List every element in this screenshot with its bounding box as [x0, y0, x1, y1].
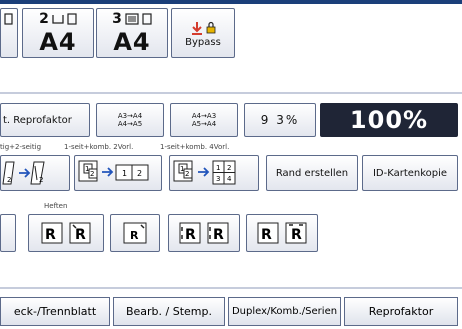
id-kartenkopie-button[interactable]: ID-Kartenkopie — [362, 155, 458, 191]
svg-text:R: R — [75, 227, 86, 243]
duplex-label-2sided: tig+2-seitig — [0, 143, 42, 151]
zoom-93-button[interactable]: 9 3% — [244, 103, 316, 137]
finishing-off-button[interactable] — [0, 214, 16, 252]
svg-text:4: 4 — [227, 175, 232, 183]
staple-top-right-button[interactable]: R — [110, 214, 160, 252]
staple-top-left-button[interactable]: R R — [28, 214, 104, 252]
tab-label: Duplex/Komb./Serien — [231, 306, 338, 317]
combine-4-icon: 1 2 12 34 — [173, 160, 236, 185]
svg-text:1: 1 — [122, 169, 127, 178]
ratio-a3-a4-button[interactable]: A3→A4 A4→A5 — [96, 103, 164, 137]
tray-icon — [4, 13, 13, 25]
tab-deckblatt[interactable]: eck-/Trennblatt — [0, 297, 110, 326]
staple-pages-icon: R R — [257, 222, 307, 244]
staple-pages-icon: R R — [41, 222, 91, 244]
svg-text:R: R — [130, 229, 139, 242]
ratio-label: A5→A4 — [191, 120, 217, 128]
divider — [0, 92, 462, 94]
staple-page-icon: R — [123, 222, 147, 244]
paper-size: A4 — [39, 28, 77, 56]
svg-text:R: R — [291, 227, 302, 243]
staple-label: Heften — [44, 202, 68, 210]
svg-text:3: 3 — [216, 175, 220, 183]
ratio-label: A4→A5 — [117, 120, 143, 128]
zoom-93-label: 9 3% — [260, 113, 300, 127]
tab-label: eck-/Trennblatt — [13, 305, 97, 318]
svg-text:2: 2 — [137, 169, 142, 178]
svg-text:R: R — [45, 227, 56, 243]
svg-text:R: R — [213, 227, 224, 243]
auto-reprofaktor-label: t. Reprofaktor — [3, 114, 72, 126]
staple-left-2-button[interactable]: R R — [168, 214, 240, 252]
bypass-arrow-icon — [192, 21, 202, 35]
svg-text:1: 1 — [216, 164, 220, 172]
ratio-a4-a3-button[interactable]: A4→A3 A5→A4 — [170, 103, 238, 137]
paper-size: A4 — [113, 28, 151, 56]
rand-erstellen-button[interactable]: Rand erstellen — [266, 155, 358, 191]
svg-text:R: R — [261, 227, 272, 243]
svg-text:2: 2 — [227, 164, 231, 172]
svg-text:2: 2 — [39, 176, 43, 184]
combine-2-icon: 1 2 12 — [78, 160, 149, 182]
paper-tray-1-button[interactable] — [0, 8, 18, 58]
auto-reprofaktor-button[interactable]: t. Reprofaktor — [0, 103, 90, 137]
id-kartenkopie-label: ID-Kartenkopie — [372, 167, 448, 179]
duplex-label-comb2: 1-seit+komb. 2Vorl. — [64, 143, 134, 151]
duplex-pages-icon: 2 2 — [2, 161, 45, 185]
top-bar — [0, 0, 462, 4]
tray-icon — [52, 15, 64, 24]
ratio-label: A4→A3 — [191, 112, 217, 120]
duplex-2sided-button[interactable]: 2 2 — [0, 155, 70, 191]
bypass-tray-button[interactable]: Bypass — [171, 8, 235, 58]
svg-text:2: 2 — [7, 176, 11, 184]
comb2-button[interactable]: 1 2 12 — [74, 155, 162, 191]
large-tray-icon — [125, 13, 139, 25]
bypass-label: Bypass — [185, 36, 221, 48]
svg-text:2: 2 — [185, 170, 189, 178]
zoom-100-label: 100% — [349, 106, 429, 134]
staple-top-2-button[interactable]: R R — [246, 214, 318, 252]
tab-label: Bearb. / Stemp. — [125, 305, 212, 318]
duplex-label-comb4: 1-seit+komb. 4Vorl. — [160, 143, 230, 151]
lock-icon — [206, 21, 216, 34]
tab-label: Reprofaktor — [368, 305, 434, 318]
paper-tray-3-button[interactable]: 3 A4 — [96, 8, 168, 58]
staple-pages-icon: R R — [179, 222, 229, 244]
rand-erstellen-label: Rand erstellen — [275, 167, 349, 179]
tab-duplex[interactable]: Duplex/Komb./Serien — [228, 297, 341, 326]
tab-reprofaktor[interactable]: Reprofaktor — [344, 297, 458, 326]
svg-text:R: R — [185, 227, 196, 243]
portrait-paper-icon — [142, 13, 152, 25]
divider — [0, 287, 462, 289]
zoom-100-button[interactable]: 100% — [320, 103, 458, 137]
tray-number: 3 — [112, 11, 122, 27]
ratio-label: A3→A4 — [117, 112, 143, 120]
tab-bearb-stemp[interactable]: Bearb. / Stemp. — [113, 297, 225, 326]
comb4-button[interactable]: 1 2 12 34 — [169, 155, 259, 191]
tray-number: 2 — [39, 11, 49, 27]
paper-tray-2-button[interactable]: 2 A4 — [22, 8, 94, 58]
svg-text:2: 2 — [90, 170, 94, 178]
portrait-paper-icon — [67, 13, 77, 25]
